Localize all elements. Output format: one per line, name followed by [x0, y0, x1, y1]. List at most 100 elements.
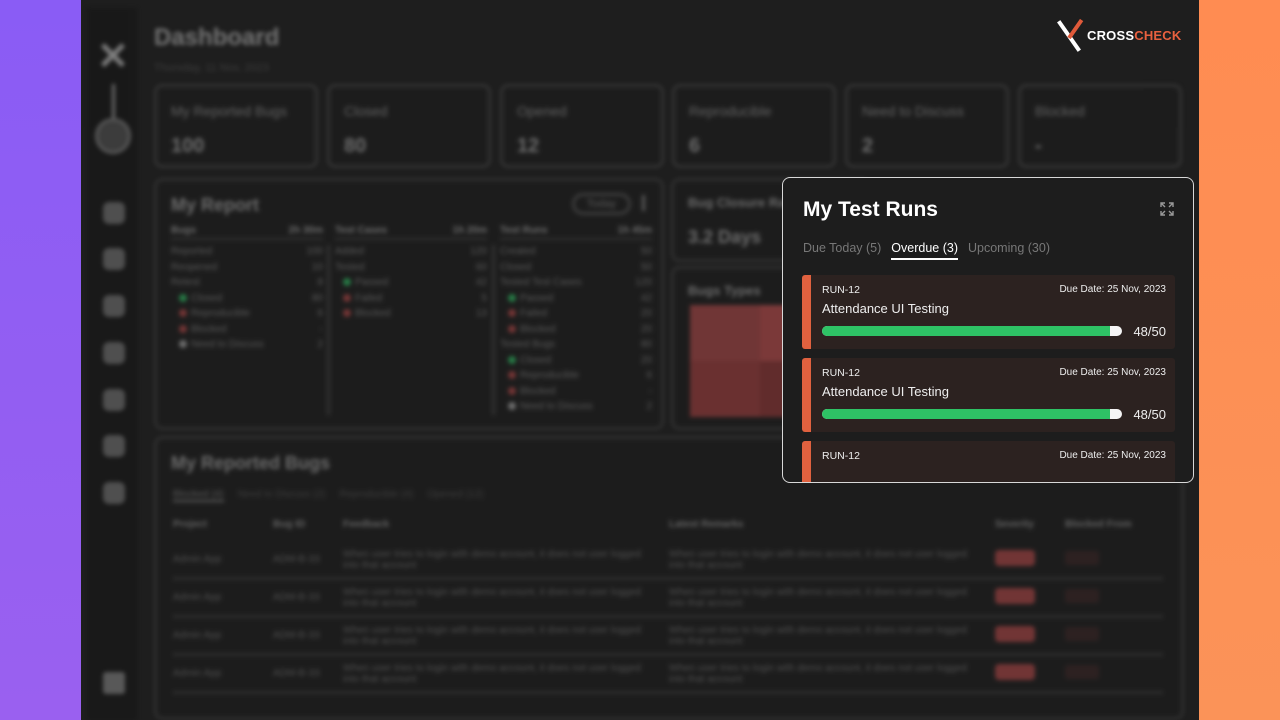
- status-dot-icon: [343, 293, 351, 302]
- report-row: Passed 42: [335, 275, 487, 291]
- stat-value: 6: [689, 135, 701, 157]
- stat-card[interactable]: Closed 80: [327, 84, 491, 168]
- stat-card[interactable]: Opened 12: [500, 84, 664, 168]
- expand-icon[interactable]: [1159, 201, 1175, 217]
- column-header[interactable]: Blocked From: [1065, 519, 1135, 530]
- right-gradient-backdrop: [1199, 0, 1280, 720]
- settings-icon[interactable]: [103, 389, 125, 411]
- test-run-card[interactable]: RUN-12 Due Date: 25 Nov, 2023 Attendance…: [802, 275, 1175, 349]
- table-row[interactable]: Admin App ADM-B-33 When user tries to lo…: [173, 618, 1163, 656]
- feedback-cell: When user tries to login with demo accou…: [343, 548, 641, 571]
- stat-card[interactable]: My Reported Bugs 100: [154, 84, 318, 168]
- status-accent: [802, 441, 811, 482]
- blocked-from-badge: [1065, 627, 1135, 644]
- test-runs-tabs: Due Today (5) Overdue (3) Upcoming (30): [803, 241, 1050, 260]
- status-dot-icon: [179, 309, 187, 318]
- status-dot-icon: [179, 340, 187, 349]
- table-row[interactable]: Admin App ADM-B-33 When user tries to lo…: [173, 542, 1163, 580]
- reported-bugs-tab[interactable]: Opened (12): [427, 489, 483, 502]
- stat-card[interactable]: Need to Discuss 2: [845, 84, 1009, 168]
- status-dot-icon: [508, 324, 516, 333]
- reported-bugs-table: Project Bug ID Feedback Latest Remarks Sever…: [173, 519, 1163, 694]
- report-row: Blocked -: [171, 322, 323, 338]
- run-name: Attendance UI Testing: [822, 384, 949, 399]
- more-icon[interactable]: [642, 195, 645, 211]
- reported-bugs-tab[interactable]: Reproducible (4): [339, 489, 413, 502]
- due-date: Due Date: 25 Nov, 2023: [1059, 367, 1166, 378]
- report-row: Added 120: [335, 246, 487, 257]
- my-report-title: My Report: [171, 195, 260, 215]
- reports-icon[interactable]: [103, 435, 125, 457]
- stat-value: 80: [344, 135, 367, 157]
- column-header[interactable]: Severity: [995, 519, 1065, 530]
- report-row: Closed 80: [171, 291, 323, 307]
- test-run-list: RUN-12 Due Date: 25 Nov, 2023 Attendance…: [802, 275, 1175, 482]
- tab-upcoming[interactable]: Upcoming (30): [968, 241, 1050, 260]
- column-header[interactable]: Latest Remarks: [669, 519, 995, 530]
- treemap-cell[interactable]: [690, 361, 760, 417]
- blocked-from-badge: [1065, 551, 1135, 568]
- report-row: Closed 50: [500, 261, 652, 273]
- table-row[interactable]: Admin App ADM-B-33 When user tries to lo…: [173, 656, 1163, 694]
- left-gradient-backdrop: [0, 0, 81, 720]
- report-row: Need to Discuss 2: [500, 399, 652, 415]
- edit-icon[interactable]: [103, 295, 125, 317]
- stat-label: Reproducible: [689, 103, 772, 119]
- stat-label: Closed: [344, 103, 388, 119]
- column-header[interactable]: Project: [173, 519, 273, 530]
- stat-label: Opened: [517, 103, 567, 119]
- status-dot-icon: [508, 293, 516, 302]
- test-runs-title: My Test Runs: [803, 198, 938, 221]
- report-row: Reopened 10: [171, 261, 323, 273]
- report-row: Blocked 13: [335, 306, 487, 322]
- test-run-card[interactable]: RUN-12 Due Date: 25 Nov, 2023: [802, 441, 1175, 482]
- bug-id-cell: ADM-B-33: [273, 554, 320, 565]
- status-dot-icon: [179, 324, 187, 333]
- column-header[interactable]: Feedback: [343, 519, 669, 530]
- report-row: Created 50: [500, 246, 652, 257]
- column-header[interactable]: Bug ID: [273, 519, 343, 530]
- status-dot-icon: [508, 355, 516, 364]
- progress-count: 48/50: [1133, 407, 1166, 422]
- table-row[interactable]: Admin App ADM-B-33 When user tries to lo…: [173, 580, 1163, 618]
- report-row: Tested Bugs 80: [500, 339, 652, 350]
- treemap-cell[interactable]: [690, 305, 760, 361]
- progress-fill: [822, 326, 1110, 336]
- report-row: Blocked 20: [500, 322, 652, 338]
- status-accent: [802, 358, 811, 432]
- home-icon[interactable]: [103, 202, 125, 224]
- test-run-card[interactable]: RUN-12 Due Date: 25 Nov, 2023 Attendance…: [802, 358, 1175, 432]
- bug-id-cell: ADM-B-33: [273, 630, 320, 641]
- projects-icon[interactable]: [103, 248, 125, 270]
- clock-icon[interactable]: [103, 342, 125, 364]
- severity-badge: [995, 664, 1065, 683]
- tab-overdue[interactable]: Overdue (3): [891, 241, 958, 260]
- table-header: Project Bug ID Feedback Latest Remarks Sever…: [173, 519, 1163, 530]
- bug-closure-value: 3.2 Days: [688, 227, 762, 247]
- severity-badge: [995, 550, 1065, 569]
- stat-card[interactable]: Blocked -: [1018, 84, 1182, 168]
- project-cell: Admin App: [173, 630, 222, 641]
- due-date: Due Date: 25 Nov, 2023: [1059, 284, 1166, 295]
- stat-card[interactable]: Reproducible 6: [672, 84, 836, 168]
- report-column-header: Test Runs 1h 45m: [500, 225, 652, 240]
- grid-icon[interactable]: [103, 482, 125, 504]
- status-dot-icon: [343, 278, 351, 287]
- bug-id-cell: ADM-B-33: [273, 592, 320, 603]
- report-row: Tested 60: [335, 261, 487, 273]
- report-row: Failed 5: [335, 291, 487, 307]
- user-avatar[interactable]: [95, 118, 131, 154]
- status-dot-icon: [508, 371, 516, 380]
- project-cell: Admin App: [173, 554, 222, 565]
- logout-icon[interactable]: [103, 672, 125, 694]
- page-date: Thursday, 11 Nov, 2023: [154, 62, 269, 74]
- reported-bugs-tab[interactable]: Need to Discuss (2): [238, 489, 326, 502]
- bug-types-title: Bugs Types: [688, 283, 761, 298]
- report-filter[interactable]: Today: [571, 193, 631, 215]
- reported-bugs-tab[interactable]: Blocked (4): [173, 489, 224, 502]
- report-column-header: Bugs 2h 30m: [171, 225, 323, 240]
- remarks-cell: When user tries to login with demo accou…: [669, 662, 967, 685]
- tab-due-today[interactable]: Due Today (5): [803, 241, 881, 260]
- remarks-cell: When user tries to login with demo accou…: [669, 548, 967, 571]
- remarks-cell: When user tries to login with demo accou…: [669, 586, 967, 609]
